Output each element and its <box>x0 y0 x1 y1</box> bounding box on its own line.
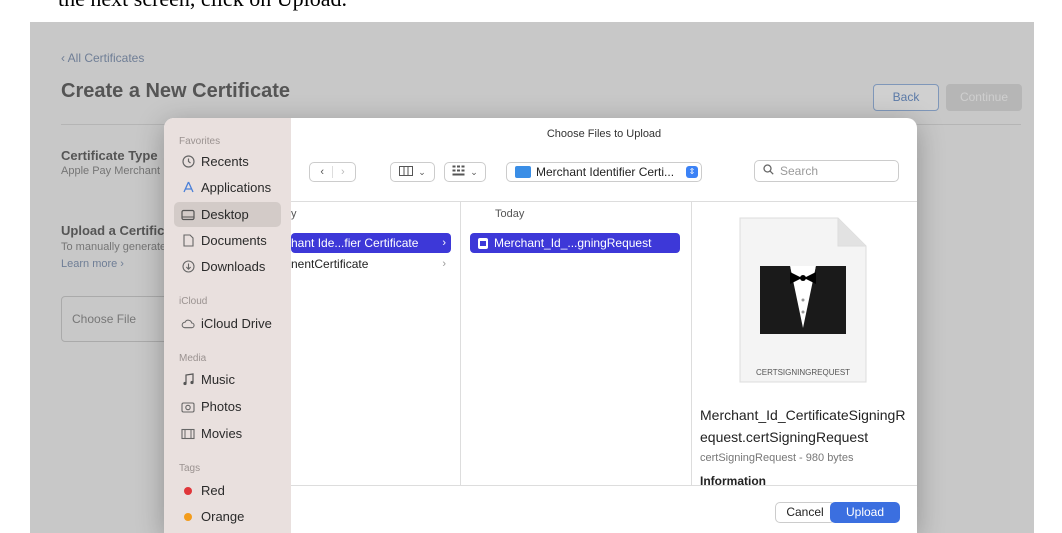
footer-divider <box>291 485 917 486</box>
sidebar-item-music[interactable]: Music <box>174 367 281 392</box>
media-heading: Media <box>179 353 207 364</box>
location-dropdown[interactable]: Merchant Identifier Certi... ⇕ <box>506 162 702 182</box>
folder-icon <box>515 166 531 178</box>
breadcrumb-all-certificates[interactable]: ‹ All Certificates <box>61 51 144 65</box>
back-button[interactable]: Back <box>873 84 939 111</box>
favorites-heading: Favorites <box>179 136 221 147</box>
column1-header: y <box>291 208 297 220</box>
download-icon <box>181 260 195 273</box>
column-divider <box>691 202 692 485</box>
list-item-certificate-folder[interactable]: nentCertificate › <box>291 254 451 274</box>
column-divider <box>460 202 461 485</box>
preview-filename: Merchant_Id_CertificateSigningRequest.ce… <box>700 407 906 445</box>
sidebar-item-label: Documents <box>201 233 267 248</box>
dialog-title: Choose Files to Upload <box>546 128 662 140</box>
sidebar-item-label: Desktop <box>201 207 249 222</box>
search-input[interactable]: Search <box>754 160 899 182</box>
sidebar-item-label: Orange <box>201 509 245 524</box>
sidebar-item-label: Applications <box>201 180 272 195</box>
cancel-button[interactable]: Cancel <box>775 502 835 523</box>
applications-icon <box>181 181 195 194</box>
sidebar-item-label: Photos <box>201 399 242 414</box>
sidebar-item-desktop[interactable]: Desktop <box>174 202 281 227</box>
sidebar-item-icloud-drive[interactable]: iCloud Drive <box>174 311 281 336</box>
preview-meta: certSigningRequest - 980 bytes <box>700 452 854 464</box>
photos-icon <box>181 401 195 413</box>
column2-header: Today <box>495 208 525 220</box>
tags-heading: Tags <box>179 463 201 474</box>
sidebar-item-tag-red[interactable]: Red <box>174 478 281 503</box>
location-label: Merchant Identifier Certi... <box>536 165 675 179</box>
group-button[interactable]: ⌄ <box>444 162 486 182</box>
search-icon <box>763 164 774 178</box>
grid-icon <box>452 165 465 179</box>
choose-file-button[interactable]: Choose File <box>61 296 181 342</box>
sidebar-item-label: Downloads <box>201 259 266 274</box>
sidebar-item-movies[interactable]: Movies <box>174 421 281 446</box>
chevron-down-icon: ⌄ <box>418 166 426 177</box>
list-item-merchant-identifier-folder[interactable]: hant Ide...fier Certificate › <box>291 233 451 253</box>
orange-tag-icon <box>181 512 195 521</box>
desktop-icon <box>181 209 195 221</box>
document-icon <box>181 234 195 247</box>
sidebar-item-tag-orange[interactable]: Orange <box>174 504 281 529</box>
chevron-left-icon[interactable]: ‹ <box>312 166 333 178</box>
sidebar-item-recents[interactable]: Recents <box>174 149 281 174</box>
chevron-right-icon[interactable]: › <box>333 166 353 178</box>
upload-button[interactable]: Upload <box>830 502 900 523</box>
sidebar-item-photos[interactable]: Photos <box>174 394 281 419</box>
sidebar-item-label: Red <box>201 483 225 498</box>
columns-icon <box>399 165 414 179</box>
continue-button[interactable]: Continue <box>946 84 1022 111</box>
movies-icon <box>181 428 195 440</box>
sidebar-item-applications[interactable]: Applications <box>174 175 281 200</box>
back-forward-buttons[interactable]: ‹ › <box>309 162 356 182</box>
file-icon <box>478 237 488 249</box>
preview-information-heading: Information <box>700 474 766 485</box>
sidebar-item-documents[interactable]: Documents <box>174 228 281 253</box>
sidebar-item-label: Music <box>201 372 235 387</box>
red-tag-icon <box>181 486 195 495</box>
page-title: Create a New Certificate <box>61 80 290 102</box>
chevron-right-icon: › <box>442 258 446 270</box>
view-mode-button[interactable]: ⌄ <box>390 162 435 182</box>
certificate-type-title: Certificate Type <box>61 148 158 163</box>
file-upload-dialog: Favorites Recents Applications Desktop D… <box>164 118 917 533</box>
toolbar-divider <box>291 201 917 202</box>
sidebar-item-label: Movies <box>201 426 243 441</box>
list-item-csr-file[interactable]: Merchant_Id_...gningRequest <box>470 233 680 253</box>
certificate-file-icon: CERTSIGNINGREQUEST <box>738 216 868 386</box>
chevron-down-icon: ⌄ <box>470 166 478 177</box>
instruction-text: the next screen, click on Upload. <box>58 0 347 12</box>
sidebar-item-downloads[interactable]: Downloads <box>174 254 281 279</box>
search-placeholder: Search <box>780 164 819 178</box>
dialog-sidebar: Favorites Recents Applications Desktop D… <box>164 118 291 533</box>
chevron-right-icon: › <box>442 237 446 249</box>
updown-chevron-icon: ⇕ <box>686 166 698 178</box>
sidebar-item-label: Recents <box>201 154 249 169</box>
icloud-heading: iCloud <box>179 296 208 307</box>
learn-more-link[interactable]: Learn more › <box>61 258 124 270</box>
sidebar-item-label: iCloud Drive <box>201 316 272 331</box>
music-icon <box>181 373 195 386</box>
cloud-icon <box>181 318 195 329</box>
clock-icon <box>181 155 195 168</box>
file-type-label: CERTSIGNINGREQUEST <box>755 368 851 377</box>
